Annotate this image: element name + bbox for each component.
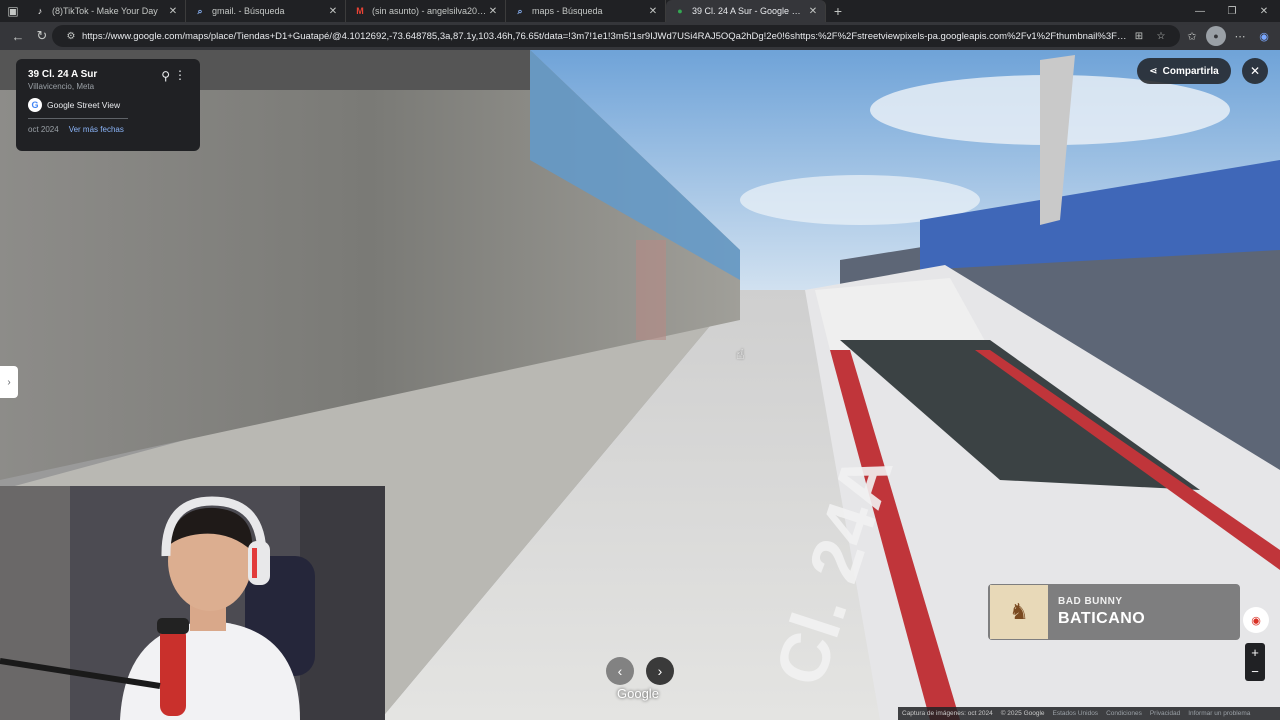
location-pin-icon[interactable]: ⚲ bbox=[161, 69, 170, 83]
now-playing-overlay: ♞ BAD BUNNY BATICANO bbox=[988, 584, 1240, 640]
search-icon: ⌕ bbox=[517, 5, 523, 16]
window-close-icon[interactable]: ✕ bbox=[1248, 0, 1280, 22]
location-info-card: 39 Cl. 24 A Sur Villavicencio, Meta ⚲ ⋮ … bbox=[16, 59, 200, 151]
favorites-icon[interactable]: ✩ bbox=[1182, 26, 1202, 46]
tab-tiktok[interactable]: ♪ (8)TikTok - Make Your Day ✕ bbox=[26, 0, 186, 22]
address-bar[interactable]: ⚙ https://www.google.com/maps/place/Tien… bbox=[52, 25, 1180, 47]
bookmark-star-icon[interactable]: ☆ bbox=[1154, 31, 1168, 42]
footer-link-report[interactable]: Informar un problema bbox=[1188, 710, 1250, 717]
zoom-control: + − bbox=[1245, 643, 1265, 681]
tab-google-maps[interactable]: ● 39 Cl. 24 A Sur - Google Maps ✕ bbox=[666, 0, 826, 22]
song-title: BATICANO bbox=[1058, 610, 1146, 627]
reload-icon[interactable]: ↻ bbox=[30, 25, 54, 47]
search-icon: ⌕ bbox=[197, 5, 203, 16]
close-tab-icon[interactable]: ✕ bbox=[487, 6, 499, 17]
chevron-left-icon: ‹ bbox=[617, 663, 623, 679]
browser-toolbar: ← ↻ ⚙ https://www.google.com/maps/place/… bbox=[0, 22, 1280, 50]
google-logo-icon: G bbox=[28, 98, 42, 112]
city-subtitle: Villavicencio, Meta bbox=[28, 82, 95, 91]
google-watermark: Google bbox=[617, 686, 659, 701]
chevron-right-icon: › bbox=[7, 376, 11, 388]
track-meta: BAD BUNNY BATICANO bbox=[1058, 596, 1145, 628]
share-icon: ⋖ bbox=[1149, 65, 1158, 77]
window-controls: — ❐ ✕ bbox=[1184, 0, 1280, 22]
toolbar-actions: ✩ ● ⋯ ◉ bbox=[1182, 25, 1274, 47]
chevron-right-icon: › bbox=[657, 663, 663, 679]
maps-footer: Captura de imágenes: oct 2024 © 2025 Goo… bbox=[898, 707, 1280, 720]
divider bbox=[28, 118, 128, 119]
url-text: https://www.google.com/maps/place/Tienda… bbox=[82, 30, 1128, 42]
menu-dots-icon[interactable]: ⋯ bbox=[1230, 26, 1250, 46]
pegman-icon[interactable]: ◉ bbox=[1243, 607, 1269, 633]
capture-date-footer: Captura de imágenes: oct 2024 bbox=[902, 710, 993, 717]
restore-icon[interactable]: ❐ bbox=[1216, 0, 1248, 22]
tab-gmail-search[interactable]: ⌕ gmail. - Búsqueda ✕ bbox=[186, 0, 346, 22]
close-tab-icon[interactable]: ✕ bbox=[167, 6, 179, 17]
zoom-out-icon[interactable]: − bbox=[1251, 664, 1259, 679]
close-tab-icon[interactable]: ✕ bbox=[647, 6, 659, 17]
tab-gmail-inbox[interactable]: M (sin asunto) - angelsilva20040419 ✕ bbox=[346, 0, 506, 22]
source-label: Google Street View bbox=[47, 100, 121, 110]
gmail-icon: M bbox=[356, 6, 364, 16]
webcam-overlay bbox=[0, 486, 385, 720]
footer-link-region[interactable]: Estados Unidos bbox=[1053, 710, 1099, 717]
tab-title: 39 Cl. 24 A Sur - Google Maps bbox=[692, 6, 807, 16]
close-tab-icon[interactable]: ✕ bbox=[807, 6, 819, 17]
hand-cursor-icon: ☝ bbox=[736, 346, 745, 362]
more-dates-link[interactable]: Ver más fechas bbox=[69, 125, 124, 134]
tab-title: (sin asunto) - angelsilva20040419 bbox=[372, 6, 487, 16]
side-panel-toggle[interactable]: › bbox=[0, 366, 18, 398]
next-image-button[interactable]: › bbox=[646, 657, 674, 685]
apps-icon[interactable]: ⊞ bbox=[1132, 31, 1146, 42]
tab-title: (8)TikTok - Make Your Day bbox=[52, 6, 158, 16]
tab-title: gmail. - Búsqueda bbox=[212, 6, 285, 16]
footer-link-privacy[interactable]: Privacidad bbox=[1150, 710, 1180, 717]
footer-link-terms[interactable]: Condiciones bbox=[1106, 710, 1142, 717]
profile-avatar-icon[interactable]: ● bbox=[1206, 26, 1226, 46]
copyright-text: © 2025 Google bbox=[1000, 710, 1045, 717]
capture-date: oct 2024 bbox=[28, 125, 59, 134]
close-tab-icon[interactable]: ✕ bbox=[327, 6, 339, 17]
copilot-icon[interactable]: ◉ bbox=[1254, 26, 1274, 46]
browser-tab-bar: ▣ ♪ (8)TikTok - Make Your Day ✕ ⌕ gmail.… bbox=[0, 0, 1280, 22]
tab-title: maps - Búsqueda bbox=[532, 6, 603, 16]
capture-dates: oct 2024 Ver más fechas bbox=[28, 125, 188, 134]
site-info-icon[interactable]: ⚙ bbox=[64, 31, 78, 42]
more-vert-icon[interactable]: ⋮ bbox=[174, 68, 186, 82]
artist-name: BAD BUNNY bbox=[1058, 596, 1123, 607]
close-icon[interactable]: ✕ bbox=[1242, 58, 1268, 84]
maps-pin-icon: ● bbox=[677, 6, 683, 16]
share-label: Compartirla bbox=[1162, 65, 1219, 77]
previous-image-button[interactable]: ‹ bbox=[606, 657, 634, 685]
share-button[interactable]: ⋖ Compartirla bbox=[1137, 58, 1231, 84]
tab-maps-search[interactable]: ⌕ maps - Búsqueda ✕ bbox=[506, 0, 666, 22]
tab-menu-icon[interactable]: ▣ bbox=[0, 0, 26, 22]
back-icon[interactable]: ← bbox=[6, 25, 30, 47]
webcam-feed-image bbox=[0, 486, 385, 720]
zoom-in-icon[interactable]: + bbox=[1251, 645, 1259, 660]
new-tab-icon[interactable]: + bbox=[826, 3, 850, 19]
street-view-panorama[interactable]: Cl. 24A 39 Cl. 24 A Sur Villavicencio, M… bbox=[0, 50, 1280, 720]
tiktok-icon: ♪ bbox=[37, 6, 43, 16]
imagery-source: G Google Street View bbox=[28, 98, 188, 112]
minimize-icon[interactable]: — bbox=[1184, 0, 1216, 22]
album-cover-icon: ♞ bbox=[990, 585, 1048, 639]
